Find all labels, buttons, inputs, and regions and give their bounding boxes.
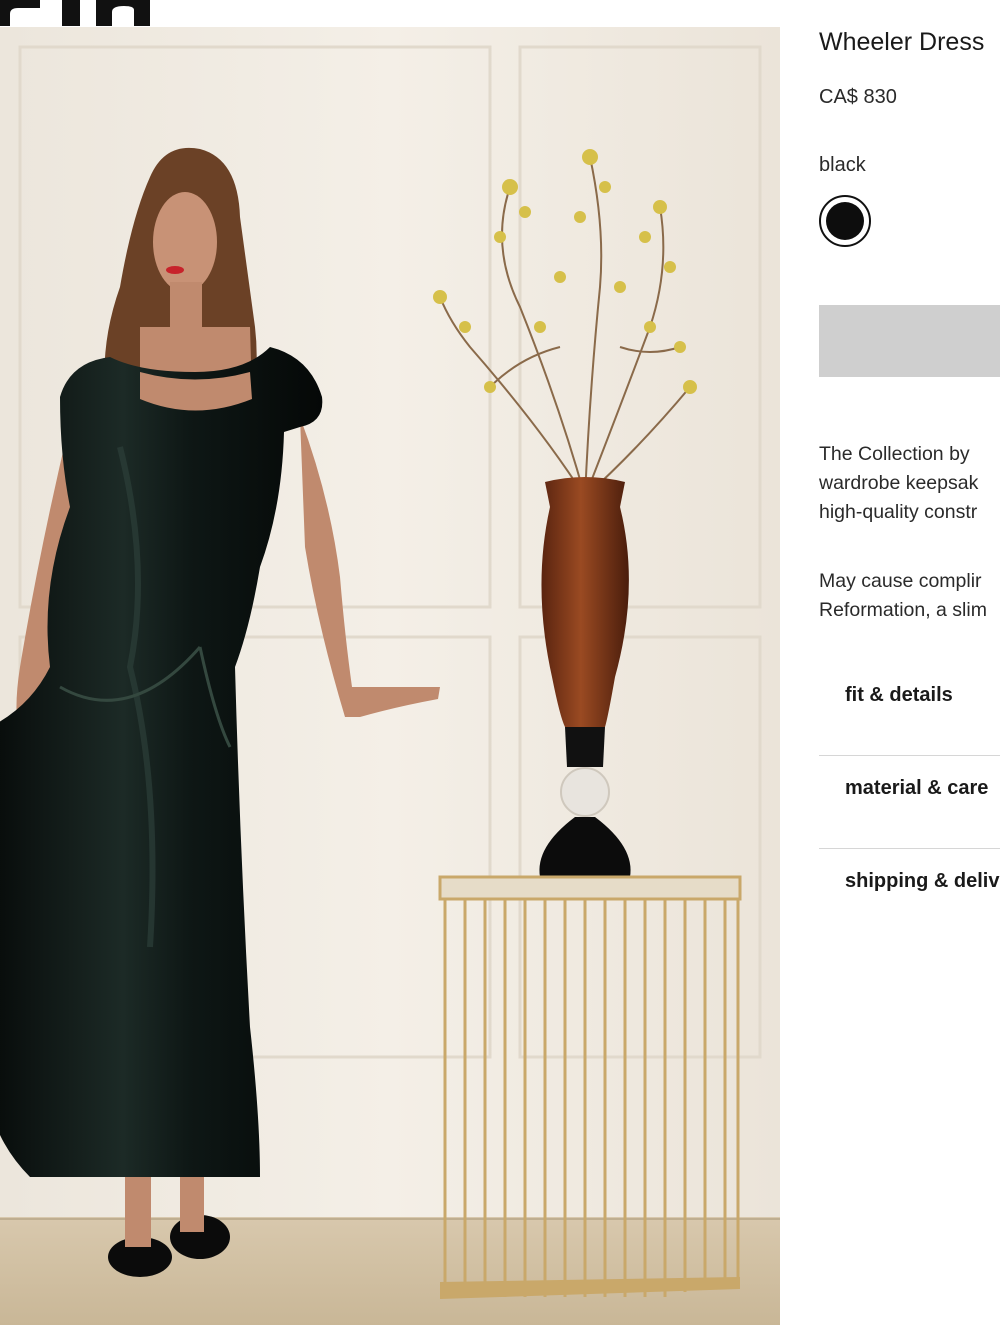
accordion-material-care[interactable]: material & care xyxy=(819,757,1000,849)
product-price: CA$ 830 xyxy=(819,86,897,108)
product-title: Wheeler Dress xyxy=(819,28,985,56)
color-swatch-black[interactable] xyxy=(819,195,871,247)
description-line: May cause complir xyxy=(819,570,982,592)
selected-color-label: black xyxy=(819,154,866,176)
product-description-secondary: May cause complir Reformation, a slim xyxy=(819,567,987,625)
product-image[interactable] xyxy=(0,27,780,1325)
accordion-label: shipping & delive xyxy=(845,870,1000,892)
product-info-panel: Wheeler Dress CA$ 830 black The Collecti… xyxy=(819,0,1000,1333)
description-line: Reformation, a slim xyxy=(819,599,987,621)
accordion-fit-details[interactable]: fit & details xyxy=(819,664,1000,756)
brand-logo[interactable] xyxy=(0,0,160,26)
description-line: The Collection by xyxy=(819,443,970,465)
accordion-shipping-delivery[interactable]: shipping & delive xyxy=(819,850,1000,942)
description-line: wardrobe keepsak xyxy=(819,472,979,494)
accordion-label: material & care xyxy=(845,777,989,799)
add-to-bag-button[interactable] xyxy=(819,305,1000,377)
description-line: high-quality constr xyxy=(819,501,978,523)
swatch-color-dot xyxy=(826,202,864,240)
accordion-label: fit & details xyxy=(845,684,953,706)
product-description: The Collection by wardrobe keepsak high-… xyxy=(819,440,978,527)
